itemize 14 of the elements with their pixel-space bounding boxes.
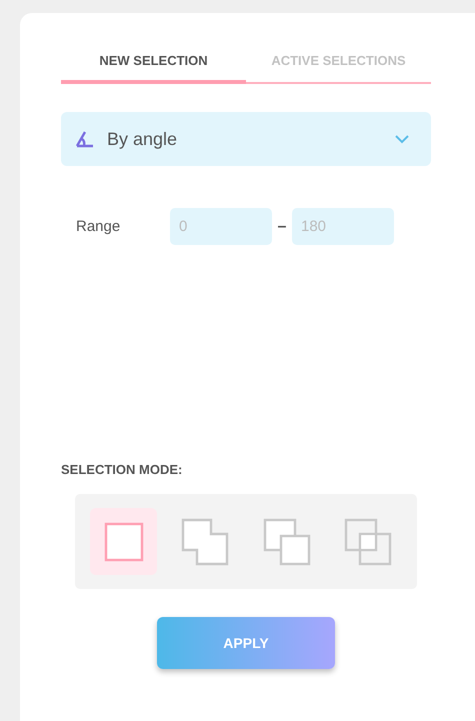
chevron-down-icon <box>395 134 409 144</box>
mode-button[interactable] <box>90 508 157 575</box>
angle-icon <box>75 130 95 148</box>
range-max-field[interactable]: 180 <box>292 208 394 245</box>
selection-mode-label: SELECTION MODE: <box>61 462 184 477</box>
range-separator: – <box>276 218 288 236</box>
tab[interactable]: NEW SELECTION <box>61 53 246 84</box>
method-dropdown[interactable]: By angle <box>61 112 431 166</box>
range-min-field[interactable]: 0 <box>170 208 272 245</box>
subtract-squares-icon <box>262 518 311 566</box>
union-squares-icon <box>181 518 230 566</box>
square-icon <box>104 522 144 562</box>
range-label: Range <box>75 218 122 235</box>
intersect-squares-icon <box>344 518 392 566</box>
